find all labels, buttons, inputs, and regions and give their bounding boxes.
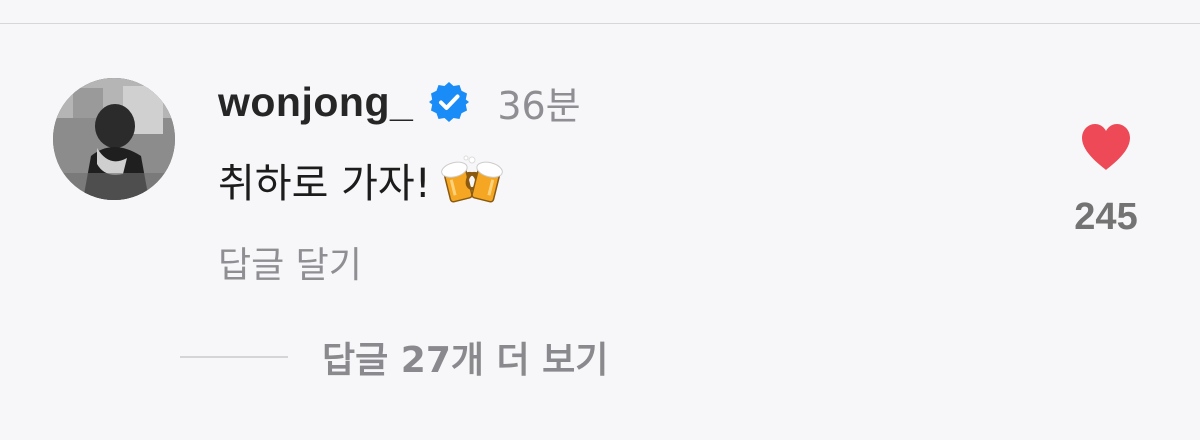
heart-icon[interactable] (1079, 122, 1133, 172)
like-group: 245 (1060, 122, 1152, 239)
view-more-replies-button[interactable]: 답글 27개 더 보기 (180, 332, 608, 382)
comment-body: 취하로 가자! (218, 152, 503, 208)
reply-button[interactable]: 답글 달기 (218, 236, 362, 288)
comment-time: 36분 (497, 83, 581, 128)
like-count: 245 (1074, 196, 1138, 238)
comment-header: wonjong_ 36분 (218, 78, 581, 128)
avatar[interactable] (53, 78, 175, 200)
clinking-beer-mugs-icon (440, 154, 503, 206)
avatar-photo (53, 78, 175, 200)
replies-divider-line (180, 356, 288, 358)
top-divider (0, 23, 1200, 24)
view-more-replies-label: 답글 27개 더 보기 (322, 340, 609, 381)
comment-text: 취하로 가자! (218, 161, 431, 207)
comment-screen: wonjong_ 36분 취하로 가자! 답글 달기 245 답글 27개 더 … (0, 0, 1200, 440)
username[interactable]: wonjong_ (218, 79, 413, 126)
verified-badge-icon (427, 80, 471, 124)
